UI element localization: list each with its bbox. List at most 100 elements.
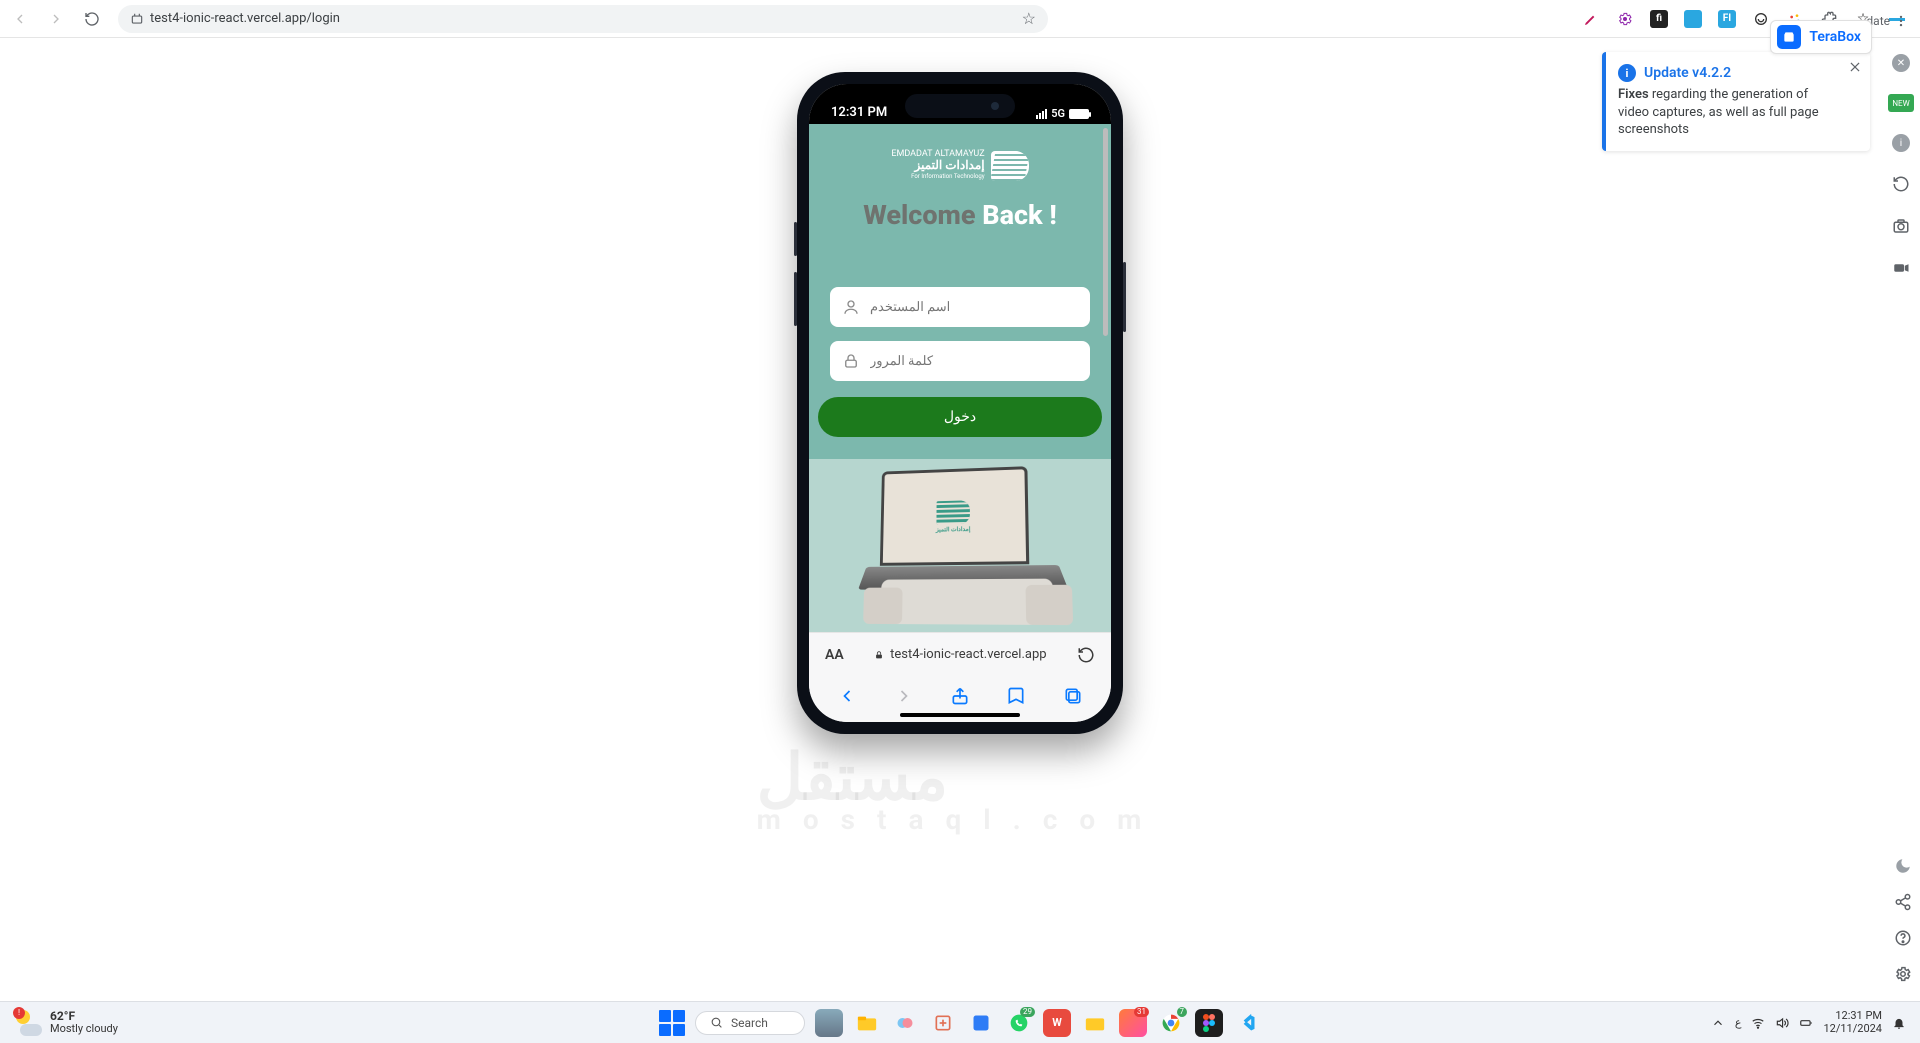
tray-chevron-icon[interactable] [1711, 1016, 1725, 1030]
battery-icon [1069, 109, 1089, 119]
watermark-small: mostaql.com [757, 803, 1164, 836]
info-icon: i [1618, 64, 1636, 82]
taskbar-snip-icon[interactable] [929, 1009, 957, 1037]
site-info-icon[interactable] [130, 12, 144, 26]
safari-bookmarks-button[interactable] [1006, 686, 1026, 706]
password-input[interactable] [870, 354, 1078, 369]
tray-date: 12/11/2024 [1823, 1023, 1882, 1036]
rail-video-icon[interactable] [1891, 258, 1911, 278]
bookmark-star-icon[interactable]: ☆ [1022, 9, 1036, 28]
watermark: مستقل mostaql.com [757, 740, 1164, 836]
notif-body: Fixes regarding the generation of video … [1618, 86, 1840, 139]
terabox-pill[interactable]: TeraBox [1770, 20, 1872, 54]
taskbar-wps-icon[interactable]: W [1043, 1009, 1071, 1037]
rail-new-badge[interactable]: NEW [1888, 94, 1914, 112]
weather-icon: ! [16, 1010, 42, 1036]
brand: EMDADAT ALTAMAYUZ إمدادات التميز For Inf… [891, 150, 1028, 181]
safari-share-button[interactable] [950, 686, 970, 706]
taskbar-whatsapp-icon[interactable]: 29 [1005, 1009, 1033, 1037]
network-label: 5G [1051, 107, 1065, 120]
phone-scrollbar[interactable] [1103, 128, 1108, 336]
taskbar-app-blue-icon[interactable] [967, 1009, 995, 1037]
ext-circle-icon[interactable] [1752, 10, 1770, 28]
safari-url-text: test4-ionic-react.vercel.app [890, 647, 1046, 662]
back-button[interactable] [6, 5, 34, 33]
taskbar-center: Search 29 W 31 7 [659, 1009, 1261, 1037]
notif-fixes-label: Fixes [1618, 87, 1649, 102]
rail-share-icon[interactable] [1894, 893, 1912, 911]
signal-icon [1036, 109, 1047, 119]
rail-moon-icon[interactable] [1894, 857, 1912, 875]
phone-mockup: 12:31 PM 5G EMDADAT ALTAMAYUZ إمدادات ال… [797, 72, 1123, 734]
ext-gear-icon[interactable] [1616, 10, 1634, 28]
taskbar-copilot-icon[interactable] [891, 1009, 919, 1037]
notif-title-text: Update v4.2.2 [1644, 65, 1731, 81]
login-page: EMDADAT ALTAMAYUZ إمدادات التميز For Inf… [809, 124, 1111, 632]
rail-history-icon[interactable] [1891, 174, 1911, 194]
username-field[interactable] [830, 287, 1090, 327]
kebab-icon[interactable] [1894, 14, 1908, 28]
taskbar-folder-icon[interactable] [1081, 1009, 1109, 1037]
rail-info-icon[interactable]: i [1892, 134, 1910, 152]
phone-time: 12:31 PM [831, 105, 887, 120]
safari-reload-button[interactable] [1077, 646, 1095, 664]
taskbar-app-1[interactable] [815, 1009, 843, 1037]
url-input[interactable] [150, 11, 1010, 26]
taskbar-figma-icon[interactable] [1195, 1009, 1223, 1037]
ext-download-icon[interactable] [1684, 10, 1702, 28]
safari-lock-icon [874, 649, 884, 661]
windows-taskbar: ! 62°F Mostly cloudy Search 29 W 31 7 ع [0, 1001, 1920, 1043]
forward-button[interactable] [42, 5, 70, 33]
safari-forward-button[interactable] [894, 686, 914, 706]
rail-camera-icon[interactable] [1891, 216, 1911, 236]
password-field[interactable] [830, 341, 1090, 381]
side-extension-rail: ✕ NEW i [1882, 42, 1920, 802]
ext-fi-blue-icon[interactable]: FI [1718, 10, 1736, 28]
home-indicator[interactable] [900, 713, 1020, 717]
address-bar[interactable]: ☆ [118, 5, 1048, 33]
search-label: Search [731, 1016, 768, 1030]
notif-close-button[interactable] [1848, 60, 1862, 74]
taskbar-search[interactable]: Search [695, 1011, 805, 1035]
lock-icon [842, 352, 860, 370]
ext-pen-icon[interactable] [1582, 10, 1600, 28]
start-button[interactable] [659, 1010, 685, 1036]
search-icon [710, 1016, 723, 1029]
taskbar-explorer-icon[interactable] [853, 1009, 881, 1037]
rail-settings-icon[interactable] [1894, 965, 1912, 983]
tray-notifications-icon[interactable] [1892, 1016, 1906, 1030]
weather-widget[interactable]: ! 62°F Mostly cloudy [0, 1010, 118, 1036]
welcome-heading: Welcome Back ! [863, 199, 1057, 231]
taskbar-browser-orange-icon[interactable]: 31 [1119, 1009, 1147, 1037]
profile-date-menu[interactable]: date [1866, 14, 1908, 28]
safari-url-bar[interactable]: AA test4-ionic-react.vercel.app [809, 632, 1111, 676]
weather-cond: Mostly cloudy [50, 1022, 118, 1035]
terabox-logo-icon [1777, 25, 1801, 49]
reload-button[interactable] [78, 5, 106, 33]
safari-back-button[interactable] [837, 686, 857, 706]
text-size-button[interactable]: AA [825, 647, 844, 663]
tray-volume-icon[interactable] [1775, 1016, 1789, 1030]
user-icon [842, 298, 860, 316]
side-rail-bottom [1894, 857, 1912, 983]
login-button[interactable]: دخول [818, 397, 1102, 437]
laptop-illustration: إمدادات التميز [862, 466, 1064, 599]
taskbar-chrome-icon[interactable]: 7 [1157, 1009, 1185, 1037]
tray-wifi-icon[interactable] [1751, 1016, 1765, 1030]
chrome-toolbar: ☆ fi FI ☆ [0, 0, 1920, 38]
tray-clock[interactable]: 12:31 PM 12/11/2024 [1823, 1010, 1882, 1035]
tray-time: 12:31 PM [1823, 1010, 1882, 1023]
tray-battery-icon[interactable] [1799, 1016, 1813, 1030]
taskbar-vscode-icon[interactable] [1233, 1009, 1261, 1037]
update-notification: i Update v4.2.2 Fixes regarding the gene… [1602, 52, 1870, 151]
username-input[interactable] [870, 300, 1078, 315]
phone-notch [905, 94, 1015, 118]
rail-help-icon[interactable] [1894, 929, 1912, 947]
rail-close-icon[interactable]: ✕ [1892, 54, 1910, 72]
hero-image: إمدادات التميز [809, 459, 1111, 632]
safari-tabs-button[interactable] [1063, 686, 1083, 706]
ext-square-f-icon[interactable]: fi [1650, 10, 1668, 28]
tray-lang[interactable]: ع [1735, 1016, 1742, 1029]
terabox-label: TeraBox [1809, 29, 1861, 45]
phone-viewport: EMDADAT ALTAMAYUZ إمدادات التميز For Inf… [809, 124, 1111, 632]
